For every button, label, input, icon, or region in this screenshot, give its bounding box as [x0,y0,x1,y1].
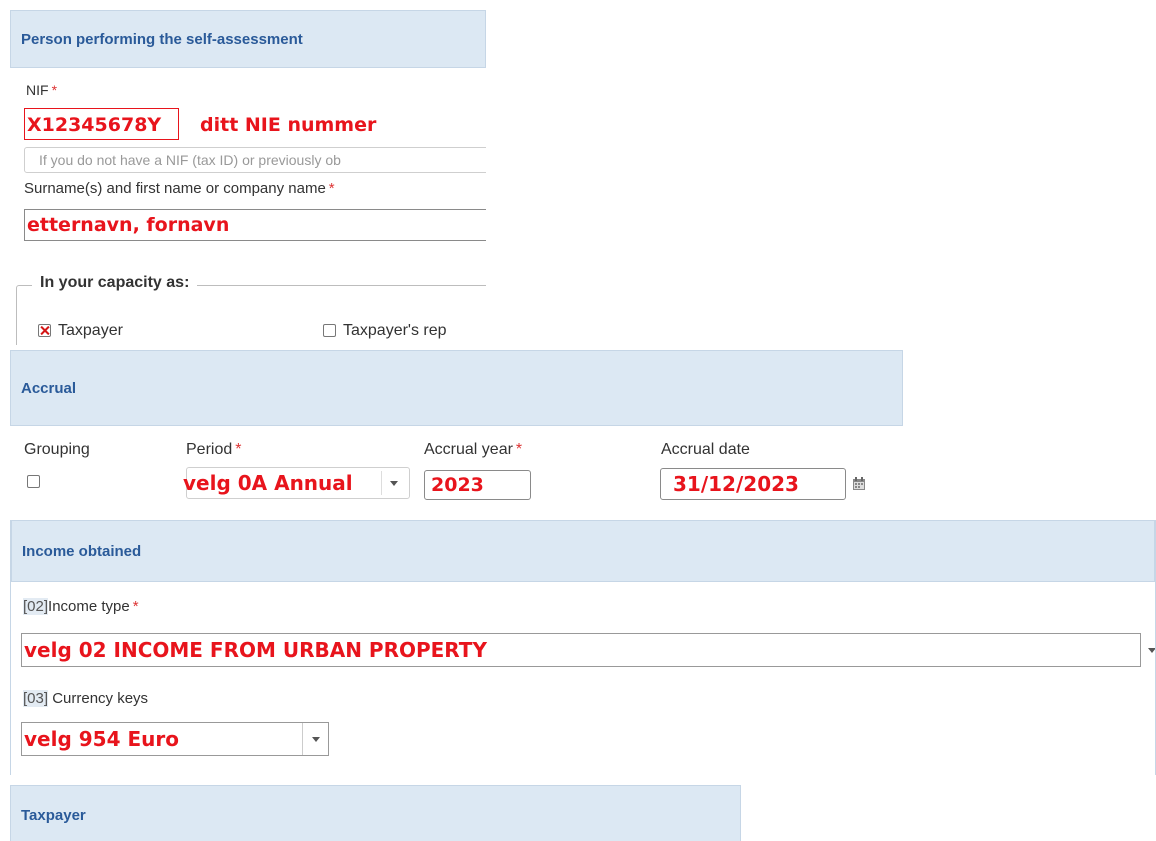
currency-dropdown-divider [302,723,303,755]
period-chevron-down-icon[interactable] [390,481,398,486]
accrual-year-label: Accrual year [424,441,513,458]
currency-label: Currency keys [48,690,149,707]
nif-hint-box: If you do not have a NIF (tax ID) or pre… [24,147,486,173]
period-label: Period [186,441,233,458]
taxpayer-checkbox[interactable] [38,324,51,337]
income-type-chevron-down-icon[interactable] [1148,648,1155,653]
accrual-year-required-marker: * [515,441,523,458]
income-type-label: Income type [48,598,130,615]
person-section: Person performing the self-assessment NI… [10,10,486,345]
income-type-select-value: velg 02 INCOME FROM URBAN PROPERTY [24,638,487,662]
accrual-year-label-row: Accrual year * [424,441,522,459]
accrual-section: Accrual Grouping Period * velg 0A Annual … [10,350,903,515]
period-select[interactable]: velg 0A Annual [183,467,410,499]
taxpayer-checkbox-label: Taxpayer [58,322,123,339]
period-dropdown-divider [381,471,382,495]
period-required-marker: * [235,441,242,458]
taxpayer-section: Taxpayer [10,785,741,841]
taxpayer-section-title: Taxpayer [21,807,86,824]
nif-hint-text: If you do not have a NIF (tax ID) or pre… [39,152,341,168]
name-label: Surname(s) and first name or company nam… [24,180,326,197]
representative-checkbox[interactable] [323,324,336,337]
currency-label-row: [03] Currency keys [23,690,148,707]
name-input-value: etternavn, fornavn [27,214,230,236]
name-required-marker: * [328,180,335,197]
currency-code: [03] [23,690,49,707]
nif-input[interactable]: X12345678Y [24,108,179,140]
representative-checkbox-label: Taxpayer's rep [343,322,447,339]
name-input[interactable]: etternavn, fornavn [24,209,486,241]
capacity-legend: In your capacity as: [32,274,198,292]
income-type-required-marker: * [132,598,139,615]
name-label-row: Surname(s) and first name or company nam… [24,180,335,197]
accrual-year-input[interactable]: 2023 [424,470,531,500]
nif-required-marker: * [51,82,58,98]
person-section-header: Person performing the self-assessment [10,10,486,68]
person-section-title: Person performing the self-assessment [21,30,303,48]
accrual-section-header: Accrual [10,350,903,426]
accrual-date-label: Accrual date [661,441,750,458]
nif-label-row: NIF * [26,82,57,98]
grouping-label: Grouping [24,441,90,458]
income-section: Income obtained [02]Income type * velg 02… [10,520,1156,775]
currency-select[interactable]: velg 954 Euro [21,722,329,756]
grouping-checkbox[interactable] [27,475,40,488]
income-type-select[interactable]: velg 02 INCOME FROM URBAN PROPERTY [21,633,1141,667]
accrual-section-title: Accrual [21,379,77,397]
income-section-title: Income obtained [22,542,142,560]
period-select-value: velg 0A Annual [183,471,353,495]
period-label-row: Period * [186,441,241,459]
income-section-header: Income obtained [11,520,1155,582]
calendar-icon[interactable] [852,477,866,491]
income-type-label-row: [02]Income type * [23,598,139,615]
taxpayer-section-header: Taxpayer [10,785,741,841]
nif-label: NIF [26,82,49,98]
accrual-date-input[interactable]: 31/12/2023 [660,468,846,500]
nif-input-value: X12345678Y [27,114,162,136]
nif-annotation: ditt NIE nummer [200,114,377,136]
income-type-code: [02] [23,598,49,615]
accrual-year-value: 2023 [431,474,484,496]
accrual-date-value: 31/12/2023 [673,472,799,496]
currency-select-value: velg 954 Euro [24,727,179,751]
currency-chevron-down-icon[interactable] [312,737,320,742]
